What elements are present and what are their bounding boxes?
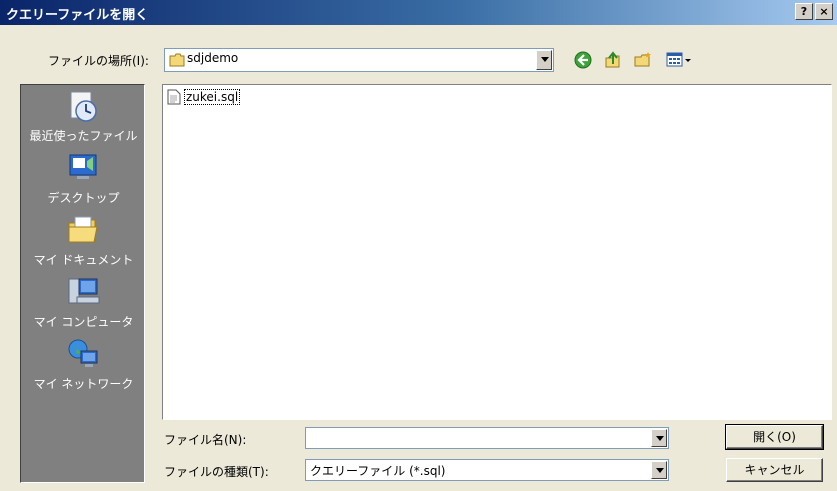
place-my-documents[interactable]: マイ ドキュメント — [21, 211, 146, 273]
look-in-combo[interactable]: sdjdemo — [164, 48, 554, 72]
help-button[interactable]: ? — [795, 3, 813, 20]
place-label: マイ コンピュータ — [33, 315, 134, 329]
file-type-select[interactable]: クエリーファイル (*.sql) — [305, 459, 669, 481]
file-name-field[interactable] — [305, 427, 669, 449]
title-bar[interactable]: クエリーファイルを開く ? × — [0, 0, 837, 25]
look-in-value: sdjdemo — [187, 51, 239, 65]
place-my-computer[interactable]: マイ コンピュータ — [21, 273, 146, 335]
file-list[interactable]: zukei.sql — [162, 84, 832, 420]
new-folder-icon[interactable] — [633, 50, 653, 70]
file-name-label: ファイル名(N): — [164, 433, 247, 447]
my-computer-icon — [68, 278, 100, 304]
open-query-file-dialog: クエリーファイルを開く ? × ファイルの場所(I): sdjdemo 最近使っ… — [0, 0, 837, 491]
file-type-label: ファイルの種類(T): — [164, 465, 269, 479]
folder-icon — [169, 53, 185, 67]
place-label: デスクトップ — [47, 191, 120, 205]
close-button[interactable]: × — [815, 3, 833, 20]
file-name: zukei.sql — [184, 89, 241, 105]
place-label: マイ ネットワーク — [33, 377, 134, 391]
place-desktop[interactable]: デスクトップ — [21, 149, 146, 211]
place-label: 最近使ったファイル — [29, 129, 138, 143]
place-label: マイ ドキュメント — [33, 253, 134, 267]
chevron-down-icon[interactable] — [651, 429, 667, 447]
open-button[interactable]: 開く(O) — [725, 424, 824, 450]
recent-documents-icon — [70, 91, 97, 122]
cancel-button[interactable]: キャンセル — [726, 458, 823, 482]
file-type-value: クエリーファイル (*.sql) — [310, 464, 446, 478]
my-network-icon — [68, 339, 98, 367]
place-my-network[interactable]: マイ ネットワーク — [21, 335, 146, 397]
up-folder-icon[interactable] — [603, 50, 623, 70]
desktop-icon — [69, 154, 97, 179]
window-title: クエリーファイルを開く — [6, 8, 149, 23]
back-icon[interactable] — [573, 50, 593, 70]
text-file-icon — [167, 89, 181, 105]
place-recent[interactable]: 最近使ったファイル — [21, 87, 146, 149]
chevron-down-icon[interactable] — [651, 461, 667, 479]
my-documents-icon — [68, 216, 98, 243]
look-in-label: ファイルの場所(I): — [48, 54, 149, 68]
places-bar: 最近使ったファイル デスクトップ マイ ドキュメント マイ コンピュータ マイ … — [20, 84, 145, 483]
view-menu-icon[interactable] — [665, 50, 693, 70]
chevron-down-icon[interactable] — [536, 50, 552, 70]
